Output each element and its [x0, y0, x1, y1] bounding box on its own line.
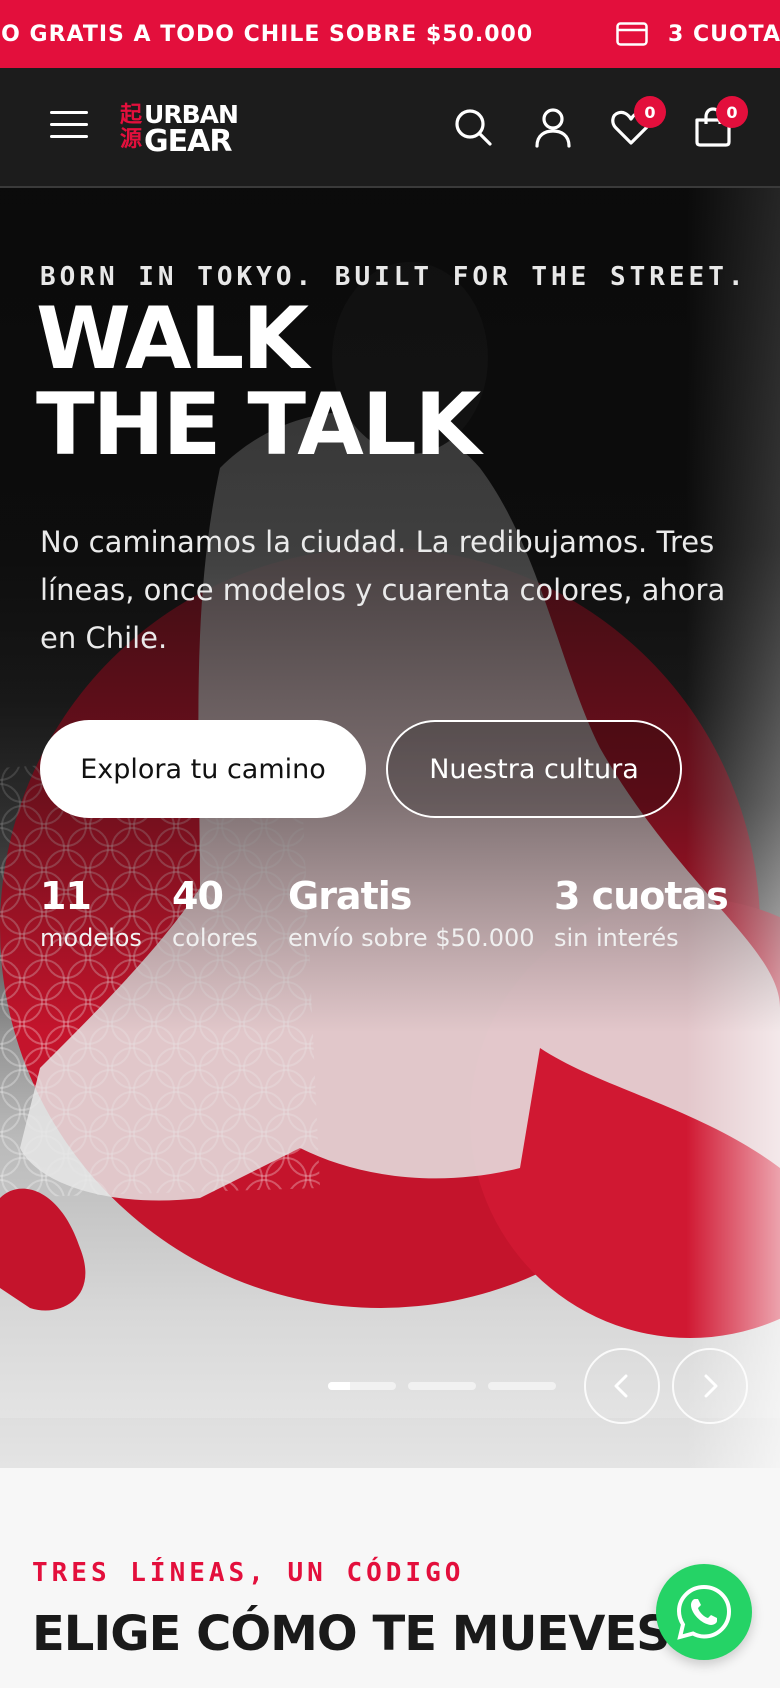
- search-icon[interactable]: [452, 106, 494, 148]
- chevron-right-icon: [704, 1374, 718, 1398]
- announcement-installments: 3 CUOTAS: [616, 0, 780, 68]
- slider-dot-2[interactable]: [408, 1382, 476, 1390]
- wishlist-button[interactable]: 0: [610, 96, 666, 148]
- whatsapp-icon: [676, 1584, 732, 1640]
- explore-button[interactable]: Explora tu camino: [40, 720, 366, 818]
- slider-progress: [328, 1382, 351, 1390]
- hero-subtitle: No caminamos la ciudad. La redibujamos. …: [40, 525, 726, 655]
- culture-button[interactable]: Nuestra cultura: [386, 720, 682, 818]
- wishlist-count-badge: 0: [634, 96, 666, 128]
- hero-headline-line2: THE TALK: [36, 375, 481, 475]
- cart-count-badge: 0: [716, 96, 748, 128]
- slider-dot-1[interactable]: [328, 1382, 396, 1390]
- stat-colors: 40 colores: [172, 874, 258, 958]
- hamburger-menu-icon[interactable]: [50, 111, 88, 141]
- stat-shipping: Gratis envío sobre $50.000: [288, 874, 535, 958]
- lines-section: TRES LÍNEAS, UN CÓDIGO ELIGE CÓMO TE MUE…: [0, 1468, 780, 1688]
- stat-value: 11: [40, 874, 92, 918]
- logo-wordmark: URBAN GEAR: [144, 100, 239, 159]
- announcement-installments-label: 3 CUOTAS: [668, 21, 780, 47]
- cart-button[interactable]: 0: [692, 96, 748, 148]
- slider-dot-3[interactable]: [488, 1382, 556, 1390]
- hero-eyebrow: BORN IN TOKYO. BUILT FOR THE STREET.: [40, 262, 748, 292]
- credit-card-icon: [616, 22, 648, 46]
- user-icon[interactable]: [532, 106, 574, 148]
- lines-eyebrow: TRES LÍNEAS, UN CÓDIGO: [32, 1558, 465, 1588]
- stat-label: sin interés: [554, 924, 679, 952]
- hero-banner: BORN IN TOKYO. BUILT FOR THE STREET. WAL…: [0, 188, 780, 1468]
- stat-label: envío sobre $50.000: [288, 924, 535, 952]
- hero-headline: WALK THE TALK: [36, 289, 481, 475]
- slider-next-button[interactable]: [672, 1348, 748, 1424]
- hero-headline-line1: WALK: [36, 289, 309, 389]
- stat-installments: 3 cuotas sin interés: [554, 874, 729, 958]
- chevron-left-icon: [614, 1374, 628, 1398]
- announcement-bar: ÍO GRATIS A TODO CHILE SOBRE $50.000 3 C…: [0, 0, 780, 68]
- slider-prev-button[interactable]: [584, 1348, 660, 1424]
- whatsapp-button[interactable]: [656, 1564, 752, 1660]
- slider-pagination: [328, 1382, 556, 1390]
- stat-label: colores: [172, 924, 258, 952]
- logo-kanji: 起 源: [120, 103, 143, 152]
- lines-title: ELIGE CÓMO TE MUEVES: [32, 1606, 671, 1662]
- site-header: 起 源 URBAN GEAR 0 0: [0, 68, 780, 188]
- stat-value: 3 cuotas: [554, 874, 729, 918]
- stat-label: modelos: [40, 924, 142, 952]
- stat-models: 11 modelos: [40, 874, 142, 958]
- stat-value: 40: [172, 874, 224, 918]
- stat-value: Gratis: [288, 874, 412, 918]
- logo[interactable]: 起 源 URBAN GEAR: [120, 100, 239, 159]
- announcement-shipping: ÍO GRATIS A TODO CHILE SOBRE $50.000: [0, 21, 534, 47]
